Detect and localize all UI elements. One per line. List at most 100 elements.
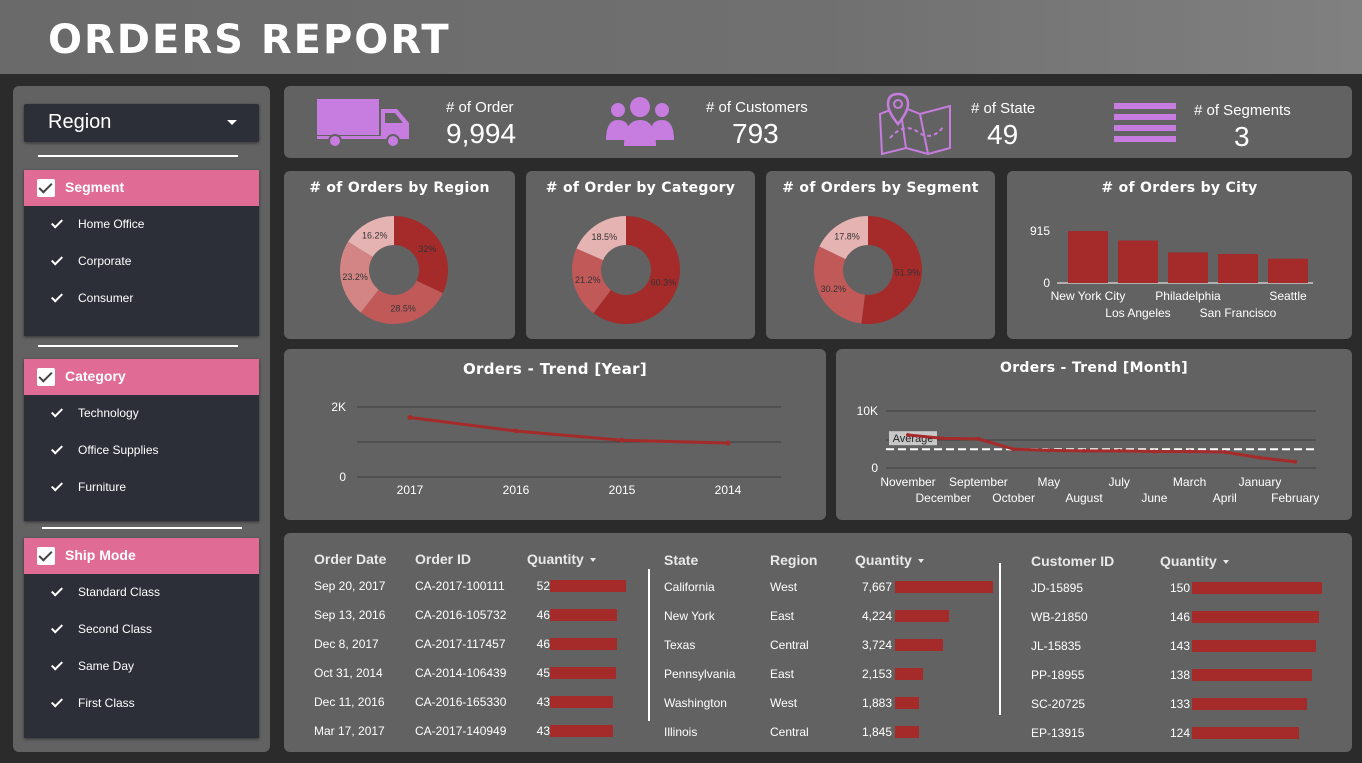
filter-item-consumer[interactable]: Consumer	[24, 280, 259, 317]
trend-month-card: Orders - Trend [Month] 10K 0 Average Novemb…	[836, 349, 1352, 520]
slice-label: 51.9%	[895, 267, 921, 277]
x-tick-label: 2016	[503, 483, 530, 497]
column-header[interactable]: Customer ID	[1031, 553, 1114, 569]
x-tick-label: San Francisco	[1200, 306, 1277, 320]
filter-item-furniture[interactable]: Furniture	[24, 469, 259, 506]
x-tick-label: New York City	[1051, 289, 1126, 303]
orders-by-segment-donut: 51.9% 30.2% 17.8%	[814, 216, 922, 324]
quantity-bar	[550, 580, 626, 592]
orders-by-segment-card: # of Orders by Segment 51.9% 30.2% 17.8%	[766, 171, 995, 339]
filter-item-standard-class[interactable]: Standard Class	[24, 574, 259, 611]
filter-item-second-class[interactable]: Second Class	[24, 611, 259, 648]
column-header-label: State	[664, 552, 699, 568]
quantity-bar	[895, 610, 949, 622]
orders-by-city-bar-chart: 915 0New York City Los Angeles Philadelphia…	[1030, 224, 1313, 320]
kpi-label: # of Customers	[706, 99, 808, 116]
donut-hole	[602, 246, 650, 294]
data-point[interactable]	[1293, 459, 1298, 464]
data-point[interactable]	[906, 432, 910, 437]
city-bar[interactable]	[1168, 252, 1208, 283]
data-point[interactable]	[1222, 450, 1227, 455]
order-id-cell: CA-2016-105732	[415, 608, 507, 622]
column-header[interactable]: Order ID	[415, 551, 471, 567]
map-pin-icon	[878, 92, 951, 156]
x-tick-label: June	[1141, 491, 1167, 505]
sort-desc-icon[interactable]	[917, 559, 924, 564]
quantity-bar	[1192, 611, 1319, 623]
data-point[interactable]	[1082, 448, 1086, 453]
data-point[interactable]	[1152, 449, 1157, 454]
order-id-cell: CA-2014-106439	[415, 666, 507, 680]
filter-item-office-supplies[interactable]: Office Supplies	[24, 432, 259, 469]
data-point[interactable]	[407, 415, 413, 420]
city-bar[interactable]	[1068, 231, 1108, 283]
region-cell: West	[770, 580, 798, 594]
data-point[interactable]	[941, 436, 946, 441]
check-icon	[50, 479, 64, 492]
column-header[interactable]: Quantity	[855, 552, 924, 568]
filter-item-same-day[interactable]: Same Day	[24, 648, 259, 685]
x-tick-label: December	[916, 491, 971, 505]
filter-item-home-office[interactable]: Home Office	[24, 206, 259, 243]
kpi-label: # of State	[971, 100, 1036, 117]
quantity-bar	[550, 609, 618, 621]
data-point[interactable]	[976, 436, 981, 441]
quantity-cell: 143	[1169, 639, 1190, 653]
column-header[interactable]: Quantity	[1160, 553, 1229, 569]
region-cell: Central	[770, 725, 809, 739]
region-cell: East	[770, 609, 795, 623]
check-icon	[50, 442, 64, 455]
chart-title: # of Orders by City	[1101, 180, 1258, 196]
order-date-cell: Sep 20, 2017	[314, 579, 386, 593]
column-header[interactable]: State	[664, 552, 698, 568]
column-header[interactable]: Order Date	[314, 551, 386, 567]
data-point[interactable]	[1046, 448, 1051, 453]
order-id-cell: CA-2017-140949	[415, 724, 507, 738]
data-point[interactable]	[1187, 449, 1192, 454]
ship-mode-filter-header[interactable]: Ship Mode	[24, 538, 259, 574]
select-all-checkbox[interactable]	[37, 179, 55, 197]
filter-item-technology[interactable]: Technology	[24, 395, 259, 432]
data-point[interactable]	[1117, 448, 1122, 453]
data-point[interactable]	[1258, 455, 1262, 460]
select-all-checkbox[interactable]	[37, 547, 55, 565]
sort-desc-icon[interactable]	[589, 558, 596, 563]
filter-sidebar: Region Segment Home Office Corporate Con…	[13, 86, 270, 752]
x-tick-label: Los Angeles	[1105, 306, 1170, 320]
state-cell: Illinois	[664, 725, 698, 739]
city-bar[interactable]	[1118, 240, 1158, 283]
page-title: ORDERS REPORT	[48, 17, 451, 63]
city-bar[interactable]	[1268, 258, 1308, 283]
region-dropdown[interactable]: Region	[24, 104, 259, 142]
customer-id-cell: JD-15895	[1031, 581, 1084, 595]
column-header[interactable]: Region	[770, 552, 817, 568]
quantity-bar	[895, 639, 943, 651]
data-point[interactable]	[619, 437, 625, 443]
city-bar[interactable]	[1218, 254, 1258, 283]
kpi-value: 49	[987, 119, 1019, 150]
data-point[interactable]	[725, 440, 731, 446]
filter-item-first-class[interactable]: First Class	[24, 685, 259, 722]
sort-desc-icon[interactable]	[1222, 560, 1229, 565]
x-tick-label: April	[1213, 491, 1237, 505]
check-icon	[50, 658, 64, 671]
select-all-checkbox[interactable]	[37, 368, 55, 386]
quantity-bar	[1192, 669, 1312, 681]
divider	[38, 155, 238, 157]
quantity-cell: 124	[1169, 726, 1190, 740]
check-icon	[50, 695, 64, 708]
column-header[interactable]: Quantity	[527, 551, 596, 567]
slice-label: 16.2%	[362, 231, 388, 241]
data-point[interactable]	[1011, 447, 1016, 452]
data-point[interactable]	[513, 428, 519, 434]
segment-filter-header[interactable]: Segment	[24, 170, 259, 206]
quantity-bar	[1192, 640, 1316, 652]
category-filter-header[interactable]: Category	[24, 359, 259, 395]
check-icon	[50, 216, 64, 229]
check-icon	[50, 584, 64, 597]
tables-card: Order Date Order ID Quantity Sep 20, 2017 CA…	[284, 533, 1352, 752]
x-tick-label: February	[1271, 491, 1319, 505]
customer-id-cell: JL-15835	[1031, 639, 1082, 653]
category-filter: Category Technology Office Supplies Furn…	[24, 359, 259, 521]
filter-item-corporate[interactable]: Corporate	[24, 243, 259, 280]
